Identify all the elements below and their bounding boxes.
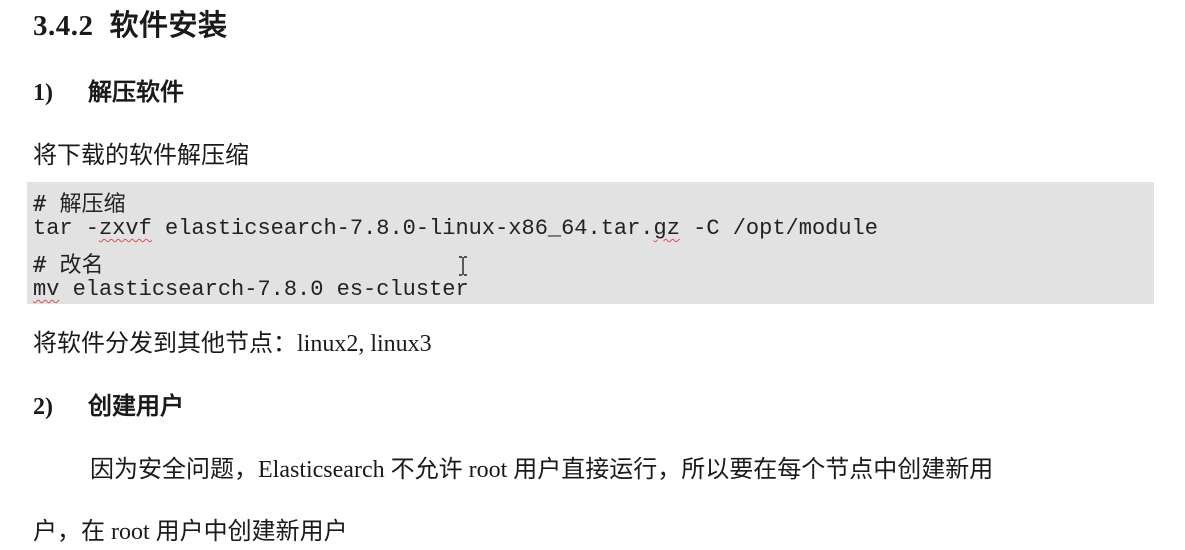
step1-title: 解压软件 (88, 80, 184, 106)
step2-title: 创建用户 (88, 394, 184, 420)
user-paragraph-line1: 因为安全问题，Elasticsearch 不允许 root 用户直接运行，所以要… (90, 457, 994, 483)
text-cursor-icon (459, 256, 467, 276)
code-comment-extract: # 解压缩 (33, 192, 126, 217)
section-number: 3.4.2 (33, 10, 94, 42)
intro-paragraph: 将下载的软件解压缩 (33, 143, 249, 169)
code-line-tar: tar -zxvf elasticsearch-7.8.0-linux-x86_… (33, 216, 878, 241)
step1-number: 1) (33, 80, 53, 106)
code-block[interactable]: # 解压缩 tar -zxvf elasticsearch-7.8.0-linu… (27, 182, 1154, 304)
code-comment-rename: # 改名 (33, 253, 104, 278)
code-line-mv: mv elasticsearch-7.8.0 es-cluster (33, 277, 469, 302)
step2-number: 2) (33, 394, 53, 420)
section-title: 软件安装 (109, 10, 228, 42)
step1-heading: 1) 解压软件 (33, 72, 184, 107)
distribute-paragraph: 将软件分发到其他节点：linux2, linux3 (33, 331, 432, 357)
spellcheck-mv: mv (33, 277, 60, 302)
step2-heading: 2) 创建用户 (33, 386, 184, 421)
section-heading: 3.4.2 软件安装 (33, 2, 228, 44)
spellcheck-flags: zxvf (99, 216, 152, 241)
spellcheck-ext: gz (653, 216, 680, 241)
user-paragraph-line2: 户，在 root 用户中创建新用户 (33, 519, 348, 545)
